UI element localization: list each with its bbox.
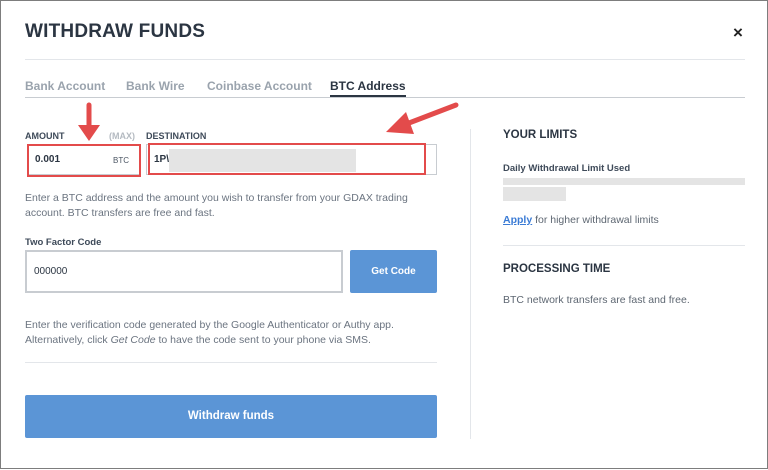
apply-link[interactable]: Apply	[503, 214, 532, 226]
daily-limit-label: Daily Withdrawal Limit Used	[503, 163, 631, 174]
your-limits-heading: YOUR LIMITS	[503, 129, 578, 141]
two-factor-value: 000000	[34, 266, 68, 277]
limits-divider	[503, 245, 745, 246]
get-code-button[interactable]: Get Code	[350, 250, 437, 293]
two-factor-label: Two Factor Code	[25, 237, 102, 248]
column-divider	[470, 129, 471, 439]
apply-line: Apply for higher withdrawal limits	[503, 214, 659, 226]
processing-time-text: BTC network transfers are fast and free.	[503, 294, 690, 306]
arrow-diagonal-icon	[386, 102, 459, 134]
processing-time-heading: PROCESSING TIME	[503, 263, 611, 275]
verification-line-2: Alternatively, click Get Code to have th…	[25, 334, 371, 346]
get-code-reference: Get Code	[110, 334, 156, 346]
two-factor-input[interactable]: 000000	[25, 250, 343, 293]
limit-amount-redacted	[503, 187, 566, 201]
verification-line-1: Enter the verification code generated by…	[25, 319, 394, 331]
info-text: Enter a BTC address and the amount you w…	[25, 192, 408, 219]
arrow-down-icon	[78, 102, 100, 141]
verification-help-text: Enter the verification code generated by…	[25, 318, 445, 348]
limit-progress-bar	[503, 178, 745, 185]
withdraw-modal: WITHDRAW FUNDS × Bank Account Bank Wire …	[0, 0, 768, 469]
withdraw-funds-button[interactable]: Withdraw funds	[25, 395, 437, 438]
form-divider	[25, 362, 437, 363]
